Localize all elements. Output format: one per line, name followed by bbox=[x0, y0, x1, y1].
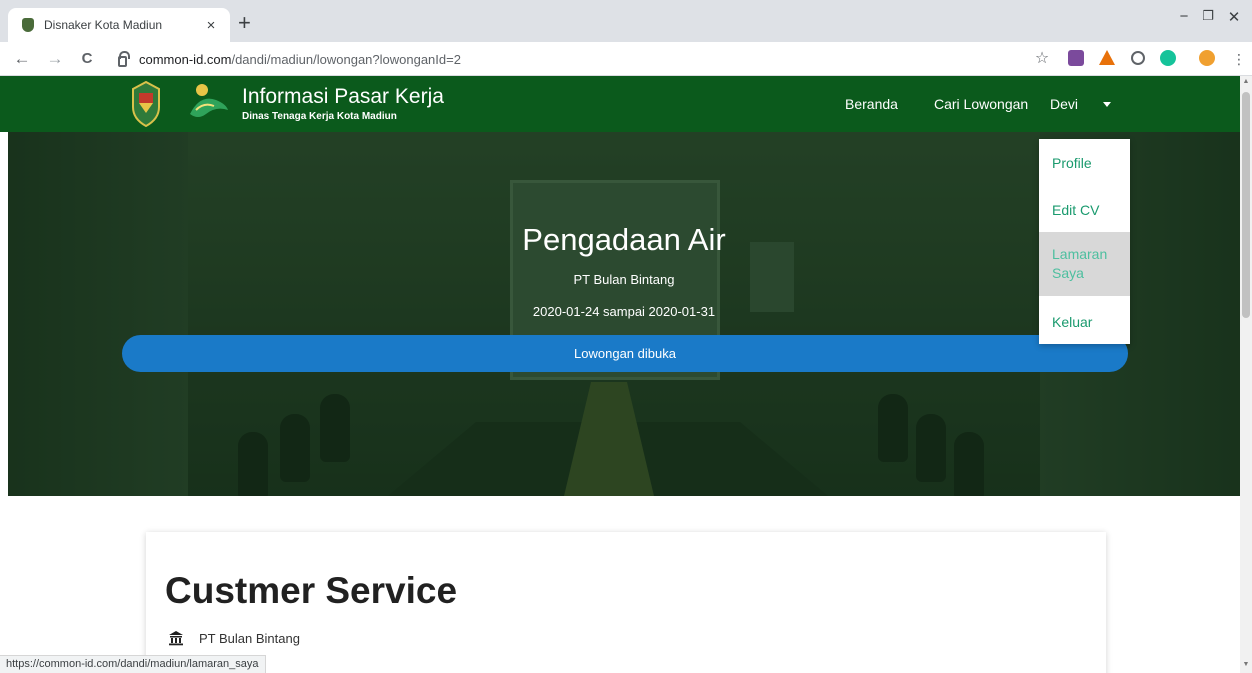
nav-user-menu[interactable]: Devi bbox=[1050, 96, 1078, 112]
address-bar[interactable]: common-id.com/dandi/madiun/lowongan?lowo… bbox=[108, 46, 1058, 72]
window-close-icon[interactable]: ✕ bbox=[1214, 8, 1252, 26]
reload-icon[interactable]: C bbox=[76, 49, 98, 69]
browser-tab[interactable]: Disnaker Kota Madiun × bbox=[8, 8, 230, 42]
scroll-down-arrow-icon[interactable]: ▼ bbox=[1242, 661, 1250, 668]
page-scrollbar[interactable]: ▲ ▼ bbox=[1240, 76, 1252, 673]
browser-toolbar: ← → C common-id.com/dandi/madiun/lowonga… bbox=[0, 42, 1252, 76]
lock-icon bbox=[118, 50, 130, 67]
user-dropdown-menu: Profile Edit CV Lamaran Saya Keluar bbox=[1039, 139, 1130, 344]
site-favicon-icon bbox=[22, 18, 34, 32]
grammarly-icon[interactable] bbox=[1160, 50, 1176, 66]
status-badge: Lowongan dibuka bbox=[122, 335, 1128, 372]
job-company: PT Bulan Bintang bbox=[199, 631, 300, 646]
back-icon[interactable]: ← bbox=[11, 49, 33, 69]
profile-avatar-icon[interactable] bbox=[1199, 50, 1215, 66]
more-menu-icon[interactable]: ⋮ bbox=[1228, 49, 1250, 69]
extension-v-icon[interactable] bbox=[1068, 50, 1084, 66]
brand-subtitle: Dinas Tenaga Kerja Kota Madiun bbox=[242, 111, 397, 122]
url-path: /dandi/madiun/lowongan?lowonganId=2 bbox=[231, 51, 461, 67]
link-status-bar: https://common-id.com/dandi/madiun/lamar… bbox=[0, 655, 266, 673]
dropdown-item-edit-cv[interactable]: Edit CV bbox=[1039, 200, 1130, 220]
site-navbar: Informasi Pasar Kerja Dinas Tenaga Kerja… bbox=[0, 76, 1240, 132]
job-detail-card: Custmer Service PT Bulan Bintang bbox=[146, 532, 1106, 673]
nav-search-jobs-link[interactable]: Cari Lowongan bbox=[934, 96, 1028, 112]
browser-tab-strip: Disnaker Kota Madiun × + − ❐ ✕ bbox=[0, 0, 1252, 42]
dropdown-item-profile[interactable]: Profile bbox=[1039, 153, 1130, 173]
bank-building-icon bbox=[169, 631, 183, 646]
tab-close-icon[interactable]: × bbox=[202, 17, 220, 34]
dropdown-item-my-applications[interactable]: Lamaran Saya bbox=[1039, 232, 1130, 296]
scroll-up-arrow-icon[interactable]: ▲ bbox=[1242, 78, 1250, 85]
extension-triangle-icon[interactable] bbox=[1099, 50, 1115, 65]
job-title: Custmer Service bbox=[165, 570, 458, 611]
extension-history-icon[interactable] bbox=[1131, 51, 1145, 65]
kota-madiun-crest-icon[interactable] bbox=[131, 81, 161, 127]
new-tab-icon[interactable]: + bbox=[238, 12, 251, 34]
url-domain: common-id.com bbox=[139, 51, 232, 67]
tab-title: Disnaker Kota Madiun bbox=[44, 18, 163, 32]
page-viewport: Informasi Pasar Kerja Dinas Tenaga Kerja… bbox=[0, 76, 1240, 673]
disnaker-logo-icon[interactable] bbox=[186, 80, 230, 124]
chevron-down-icon[interactable] bbox=[1103, 102, 1111, 107]
nav-home-link[interactable]: Beranda bbox=[845, 96, 898, 112]
scrollbar-thumb[interactable] bbox=[1242, 92, 1250, 318]
brand-title[interactable]: Informasi Pasar Kerja bbox=[242, 85, 444, 109]
forward-icon[interactable]: → bbox=[44, 49, 66, 69]
dropdown-item-logout[interactable]: Keluar bbox=[1039, 312, 1130, 332]
bookmark-star-icon[interactable]: ☆ bbox=[1031, 49, 1053, 69]
